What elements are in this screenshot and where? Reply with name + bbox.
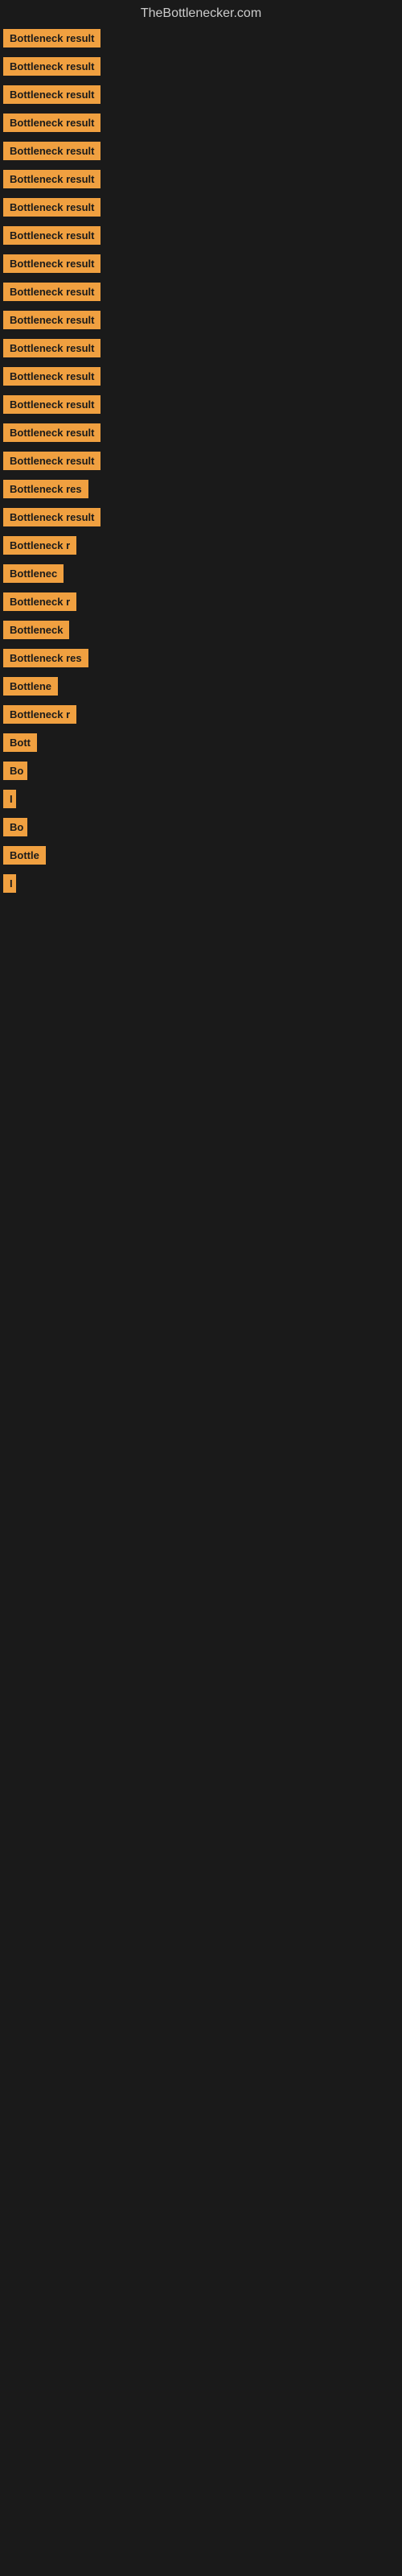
bottleneck-badge[interactable]: Bott [3, 733, 37, 752]
bottleneck-badge[interactable]: Bottleneck result [3, 367, 100, 386]
site-title: TheBottlenecker.com [0, 0, 402, 24]
list-item: Bottleneck result [0, 52, 402, 80]
list-item: I [0, 869, 402, 898]
list-item: I [0, 785, 402, 813]
list-item: Bottleneck result [0, 250, 402, 278]
bottleneck-badge[interactable]: Bottle [3, 846, 46, 865]
bottleneck-badge[interactable]: Bottleneck result [3, 311, 100, 329]
bottleneck-badge[interactable]: Bo [3, 818, 27, 836]
list-item: Bottleneck result [0, 503, 402, 531]
bottleneck-badge[interactable]: Bottleneck result [3, 339, 100, 357]
bottleneck-badge[interactable]: Bottleneck r [3, 592, 76, 611]
bottleneck-badge[interactable]: Bottleneck result [3, 226, 100, 245]
bottleneck-badge[interactable]: Bottleneck result [3, 198, 100, 217]
bottleneck-badge[interactable]: Bottleneck result [3, 170, 100, 188]
bottleneck-badge[interactable]: Bottleneck result [3, 423, 100, 442]
list-item: Bottleneck result [0, 419, 402, 447]
list-item: Bottlenec [0, 559, 402, 588]
bottleneck-badge[interactable]: Bo [3, 762, 27, 780]
bottleneck-badge[interactable]: Bottleneck result [3, 254, 100, 273]
list-item: Bottleneck result [0, 390, 402, 419]
bottleneck-badge[interactable]: Bottleneck r [3, 536, 76, 555]
list-item: Bottleneck result [0, 80, 402, 109]
bottleneck-badge[interactable]: Bottleneck result [3, 395, 100, 414]
bottleneck-badge[interactable]: Bottlenec [3, 564, 64, 583]
list-item: Bottleneck result [0, 278, 402, 306]
bottleneck-badge[interactable]: Bottleneck result [3, 114, 100, 132]
bottleneck-badge[interactable]: I [3, 874, 16, 893]
bottleneck-badge[interactable]: Bottlene [3, 677, 58, 696]
bottleneck-badge[interactable]: Bottleneck result [3, 452, 100, 470]
list-item: Bottleneck res [0, 644, 402, 672]
list-item: Bo [0, 813, 402, 841]
list-item: Bottleneck result [0, 193, 402, 221]
list-item: Bottleneck result [0, 447, 402, 475]
bottleneck-badge[interactable]: Bottleneck r [3, 705, 76, 724]
list-item: Bottleneck result [0, 334, 402, 362]
bottleneck-badge[interactable]: Bottleneck result [3, 142, 100, 160]
list-item: Bottleneck result [0, 362, 402, 390]
list-item: Bottleneck result [0, 137, 402, 165]
list-item: Bottleneck result [0, 165, 402, 193]
bottleneck-badge[interactable]: I [3, 790, 16, 808]
list-item: Bott [0, 729, 402, 757]
list-item: Bottleneck result [0, 306, 402, 334]
list-item: Bottleneck r [0, 588, 402, 616]
bottleneck-badge[interactable]: Bottleneck res [3, 480, 88, 498]
list-item: Bottle [0, 841, 402, 869]
list-item: Bo [0, 757, 402, 785]
bottleneck-badge[interactable]: Bottleneck [3, 621, 69, 639]
list-item: Bottleneck r [0, 531, 402, 559]
list-item: Bottleneck r [0, 700, 402, 729]
bottleneck-badge[interactable]: Bottleneck result [3, 85, 100, 104]
list-item: Bottleneck res [0, 475, 402, 503]
bottleneck-badge[interactable]: Bottleneck result [3, 508, 100, 526]
list-item: Bottleneck [0, 616, 402, 644]
bottleneck-badge[interactable]: Bottleneck result [3, 283, 100, 301]
bottleneck-badge[interactable]: Bottleneck res [3, 649, 88, 667]
list-item: Bottleneck result [0, 109, 402, 137]
bottleneck-badge[interactable]: Bottleneck result [3, 29, 100, 47]
list-item: Bottleneck result [0, 221, 402, 250]
list-item: Bottleneck result [0, 24, 402, 52]
list-item: Bottlene [0, 672, 402, 700]
bottleneck-badge[interactable]: Bottleneck result [3, 57, 100, 76]
